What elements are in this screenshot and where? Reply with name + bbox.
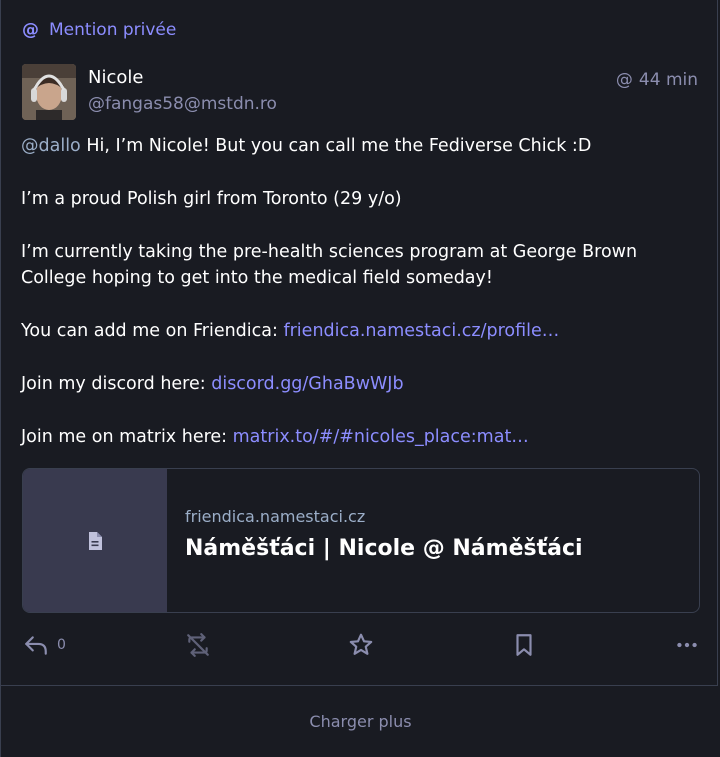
boost-button[interactable]	[185, 632, 211, 658]
document-icon	[89, 531, 102, 550]
status-timestamp[interactable]: @ 44 min	[616, 70, 698, 90]
content-paragraph: @dallo Hi, I’m Nicole! But you can call …	[21, 133, 701, 159]
content-text: Join me on matrix here:	[21, 427, 233, 447]
more-options-button[interactable]	[674, 632, 700, 658]
private-mention-label: Mention privée	[49, 20, 177, 40]
author-display-name[interactable]: Nicole	[88, 67, 143, 88]
status-content: @dallo Hi, I’m Nicole! But you can call …	[21, 133, 701, 477]
content-text: You can add me on Friendica:	[21, 321, 284, 341]
bookmark-icon	[516, 634, 532, 656]
more-icon	[677, 642, 697, 648]
content-paragraph: I’m a proud Polish girl from Toronto (29…	[21, 189, 402, 209]
star-icon	[349, 633, 373, 655]
content-paragraph: You can add me on Friendica: friendica.n…	[21, 318, 701, 344]
card-thumbnail	[23, 469, 167, 612]
reply-button[interactable]: 0	[23, 632, 66, 658]
boost-disabled-icon	[187, 633, 209, 657]
at-icon: @	[615, 70, 633, 90]
card-host: friendica.namestaci.cz	[185, 507, 366, 526]
content-paragraph: Join my discord here: discord.gg/GhaBwWJ…	[21, 371, 701, 397]
content-paragraph: Join me on matrix here: matrix.to/#/#nic…	[21, 424, 701, 450]
author-account[interactable]: @fangas58@mstdn.ro	[88, 94, 277, 114]
favourite-button[interactable]	[348, 632, 374, 658]
private-mention-header: @ Mention privée	[22, 20, 176, 40]
card-body: friendica.namestaci.cz Náměšťáci | Nicol…	[167, 469, 601, 612]
at-icon: @	[22, 20, 39, 40]
timestamp-label: 44 min	[638, 70, 698, 90]
mention-link[interactable]: @dallo	[21, 136, 81, 156]
bookmark-button[interactable]	[511, 632, 537, 658]
status-action-bar: 0	[23, 632, 703, 662]
link-preview-card[interactable]: friendica.namestaci.cz Náměšťáci | Nicol…	[22, 468, 700, 613]
matrix-link[interactable]: matrix.to/#/#nicoles_place:mat…	[233, 427, 529, 447]
content-text: Hi, I’m Nicole! But you can call me the …	[80, 136, 592, 156]
reply-count: 0	[57, 637, 66, 653]
avatar[interactable]	[22, 64, 76, 120]
status-article[interactable]: @ Mention privée Nicole @fangas58@mstdn.…	[0, 0, 718, 686]
load-more-button[interactable]: Charger plus	[0, 686, 720, 757]
content-paragraph: I’m currently taking the pre-health scie…	[21, 242, 638, 288]
friendica-link[interactable]: friendica.namestaci.cz/profile…	[283, 321, 559, 341]
reply-icon	[25, 636, 47, 655]
discord-link[interactable]: discord.gg/GhaBwWJb	[211, 374, 403, 394]
card-title: Náměšťáci | Nicole @ Náměšťáci	[185, 536, 583, 561]
content-text: Join my discord here:	[21, 374, 212, 394]
